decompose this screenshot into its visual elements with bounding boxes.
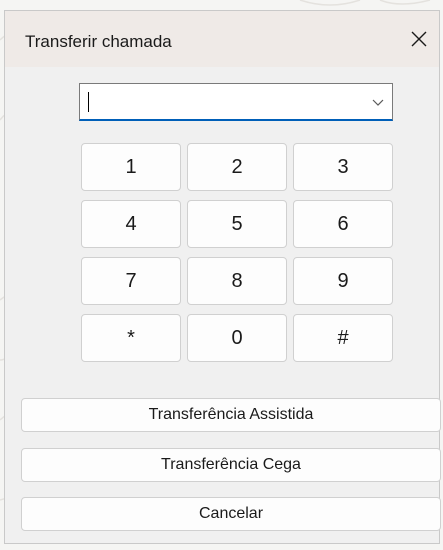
close-icon — [411, 31, 427, 47]
assisted-transfer-button[interactable]: Transferência Assistida — [21, 398, 441, 432]
key-4[interactable]: 4 — [81, 200, 181, 248]
blind-transfer-button[interactable]: Transferência Cega — [21, 448, 441, 482]
key-star[interactable]: * — [81, 314, 181, 362]
number-combobox[interactable] — [79, 83, 393, 121]
key-1[interactable]: 1 — [81, 143, 181, 191]
close-button[interactable] — [403, 23, 435, 55]
dial-keypad: 1 2 3 4 5 6 7 8 9 * 0 # — [81, 143, 393, 362]
key-9[interactable]: 9 — [293, 257, 393, 305]
number-input[interactable] — [84, 88, 358, 116]
dialog-titlebar: Transferir chamada — [5, 11, 439, 67]
dialog-title: Transferir chamada — [25, 32, 172, 51]
key-6[interactable]: 6 — [293, 200, 393, 248]
key-0[interactable]: 0 — [187, 314, 287, 362]
key-2[interactable]: 2 — [187, 143, 287, 191]
key-hash[interactable]: # — [293, 314, 393, 362]
cancel-button[interactable]: Cancelar — [21, 497, 441, 531]
key-3[interactable]: 3 — [293, 143, 393, 191]
transfer-call-dialog: Transferir chamada 1 2 3 4 5 6 7 8 9 * 0… — [4, 10, 441, 544]
key-5[interactable]: 5 — [187, 200, 287, 248]
chevron-down-icon[interactable] — [370, 94, 386, 110]
key-7[interactable]: 7 — [81, 257, 181, 305]
key-8[interactable]: 8 — [187, 257, 287, 305]
